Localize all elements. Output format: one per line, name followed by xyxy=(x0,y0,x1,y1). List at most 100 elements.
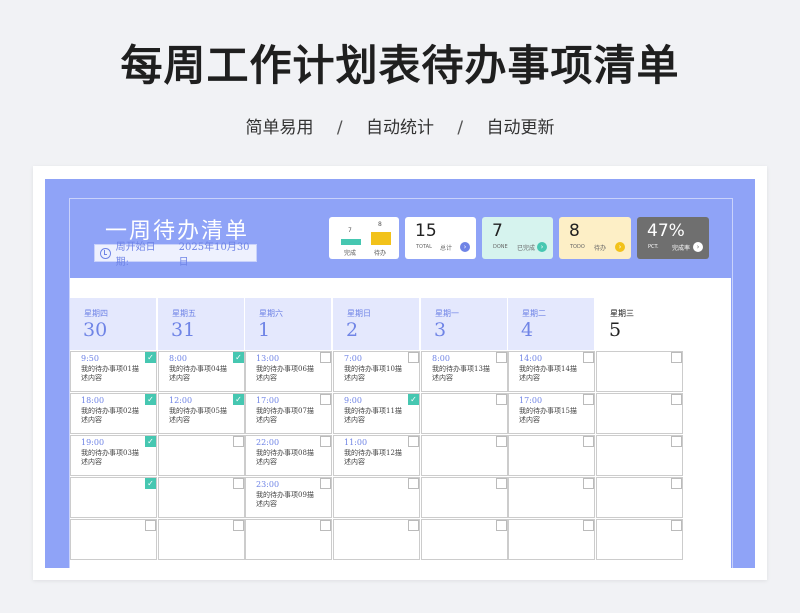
start-date-value: 2025年10月30日 xyxy=(178,242,250,268)
task-cell[interactable]: 14:00 我的待办事项14描述内容 xyxy=(508,351,595,392)
task-cell[interactable]: 9:50 我的待办事项01描述内容 ✓ xyxy=(70,351,157,392)
task-cell[interactable]: 22:00 我的待办事项08描述内容 xyxy=(245,435,332,476)
task-cell[interactable]: 11:00 我的待办事项12描述内容 xyxy=(333,435,420,476)
task-cell[interactable] xyxy=(596,393,683,434)
task-checkbox[interactable] xyxy=(671,520,682,531)
bar-done xyxy=(341,239,361,245)
task-cell[interactable] xyxy=(333,519,420,560)
task-checkbox[interactable] xyxy=(671,394,682,405)
task-cell[interactable]: 19:00 我的待办事项03描述内容 ✓ xyxy=(70,435,157,476)
checkmark-icon[interactable]: ✓ xyxy=(145,478,156,489)
task-cell[interactable] xyxy=(333,477,420,518)
task-checkbox[interactable] xyxy=(408,478,419,489)
checkmark-icon[interactable]: ✓ xyxy=(233,394,244,405)
task-cell[interactable] xyxy=(421,477,508,518)
task-description: 我的待办事项06描述内容 xyxy=(256,365,314,382)
task-checkbox[interactable] xyxy=(145,520,156,531)
stat-done-card[interactable]: 7 DONE 已完成 › xyxy=(482,217,553,259)
weekday-label: 星期五 xyxy=(172,309,196,318)
day-number: 4 xyxy=(521,319,534,341)
task-checkbox[interactable] xyxy=(320,436,331,447)
stat-pct-card[interactable]: 47% PCT. 完成率 › xyxy=(637,217,709,259)
checkmark-icon[interactable]: ✓ xyxy=(145,394,156,405)
task-cell[interactable] xyxy=(508,435,595,476)
task-cell[interactable]: 9:00 我的待办事项11描述内容 ✓ xyxy=(333,393,420,434)
task-cell[interactable]: 12:00 我的待办事项05描述内容 ✓ xyxy=(158,393,245,434)
arrow-right-icon[interactable]: › xyxy=(537,242,547,252)
task-cell[interactable] xyxy=(245,519,332,560)
task-time: 9:00 xyxy=(344,396,362,405)
task-checkbox[interactable] xyxy=(583,394,594,405)
day-number: 3 xyxy=(434,319,447,341)
stat-total-value: 15 xyxy=(415,221,437,241)
task-cell[interactable]: 13:00 我的待办事项06描述内容 xyxy=(245,351,332,392)
task-cell[interactable] xyxy=(596,435,683,476)
task-description: 我的待办事项10描述内容 xyxy=(344,365,402,382)
task-cell[interactable]: 23:00 我的待办事项09描述内容 xyxy=(245,477,332,518)
stat-total-label: 总计 xyxy=(440,245,453,252)
task-cell[interactable] xyxy=(421,435,508,476)
task-cell[interactable] xyxy=(158,435,245,476)
task-cell[interactable]: 18:00 我的待办事项02描述内容 ✓ xyxy=(70,393,157,434)
task-cell[interactable] xyxy=(421,393,508,434)
task-checkbox[interactable] xyxy=(671,352,682,363)
task-checkbox[interactable] xyxy=(496,436,507,447)
task-cell[interactable] xyxy=(508,519,595,560)
stat-done-caption: DONE xyxy=(493,244,508,250)
task-cell[interactable] xyxy=(596,477,683,518)
checkmark-icon[interactable]: ✓ xyxy=(408,394,419,405)
day-header: 星期三 5 xyxy=(596,298,682,350)
task-checkbox[interactable] xyxy=(496,352,507,363)
task-cell[interactable] xyxy=(421,519,508,560)
task-cell[interactable]: 17:00 我的待办事项15描述内容 xyxy=(508,393,595,434)
task-cell[interactable]: 8:00 我的待办事项04描述内容 ✓ xyxy=(158,351,245,392)
task-checkbox[interactable] xyxy=(583,436,594,447)
task-checkbox[interactable] xyxy=(583,352,594,363)
task-checkbox[interactable] xyxy=(496,478,507,489)
task-checkbox[interactable] xyxy=(583,478,594,489)
task-cell[interactable] xyxy=(596,351,683,392)
start-date-field[interactable]: 周开始日期: 2025年10月30日 xyxy=(94,242,257,268)
stat-todo-card[interactable]: 8 TODO 待办 › xyxy=(559,217,631,259)
task-checkbox[interactable] xyxy=(320,352,331,363)
task-checkbox[interactable] xyxy=(233,520,244,531)
checkmark-icon[interactable]: ✓ xyxy=(233,352,244,363)
task-checkbox[interactable] xyxy=(320,478,331,489)
task-time: 17:00 xyxy=(256,396,280,405)
task-time: 9:50 xyxy=(81,354,99,363)
arrow-right-icon[interactable]: › xyxy=(693,242,703,252)
task-checkbox[interactable] xyxy=(408,520,419,531)
task-checkbox[interactable] xyxy=(583,520,594,531)
task-description: 我的待办事项13描述内容 xyxy=(432,365,490,382)
task-checkbox[interactable] xyxy=(320,394,331,405)
task-cell[interactable] xyxy=(596,519,683,560)
task-cell[interactable]: ✓ xyxy=(70,477,157,518)
task-cell[interactable]: 7:00 我的待办事项10描述内容 xyxy=(333,351,420,392)
task-cell[interactable]: 17:00 我的待办事项07描述内容 xyxy=(245,393,332,434)
task-cell[interactable] xyxy=(508,477,595,518)
task-checkbox[interactable] xyxy=(408,436,419,447)
task-checkbox[interactable] xyxy=(671,436,682,447)
tag-separator: / xyxy=(336,118,343,138)
day-number: 30 xyxy=(83,319,108,341)
stat-total-card[interactable]: 15 TOTAL 总计 › xyxy=(405,217,476,259)
task-description: 我的待办事项05描述内容 xyxy=(169,407,227,424)
task-checkbox[interactable] xyxy=(671,478,682,489)
task-checkbox[interactable] xyxy=(233,436,244,447)
task-cell[interactable]: 8:00 我的待办事项13描述内容 xyxy=(421,351,508,392)
checkmark-icon[interactable]: ✓ xyxy=(145,352,156,363)
task-checkbox[interactable] xyxy=(320,520,331,531)
checkmark-icon[interactable]: ✓ xyxy=(145,436,156,447)
task-checkbox[interactable] xyxy=(408,352,419,363)
task-checkbox[interactable] xyxy=(496,394,507,405)
task-cell[interactable] xyxy=(158,477,245,518)
arrow-right-icon[interactable]: › xyxy=(460,242,470,252)
arrow-right-icon[interactable]: › xyxy=(615,242,625,252)
task-cell[interactable] xyxy=(70,519,157,560)
page-title: 每周工作计划表待办事项清单 xyxy=(120,41,680,90)
task-description: 我的待办事项03描述内容 xyxy=(81,449,139,466)
task-checkbox[interactable] xyxy=(496,520,507,531)
task-cell[interactable] xyxy=(158,519,245,560)
tag-auto-stats: 自动统计 xyxy=(366,118,434,138)
task-checkbox[interactable] xyxy=(233,478,244,489)
